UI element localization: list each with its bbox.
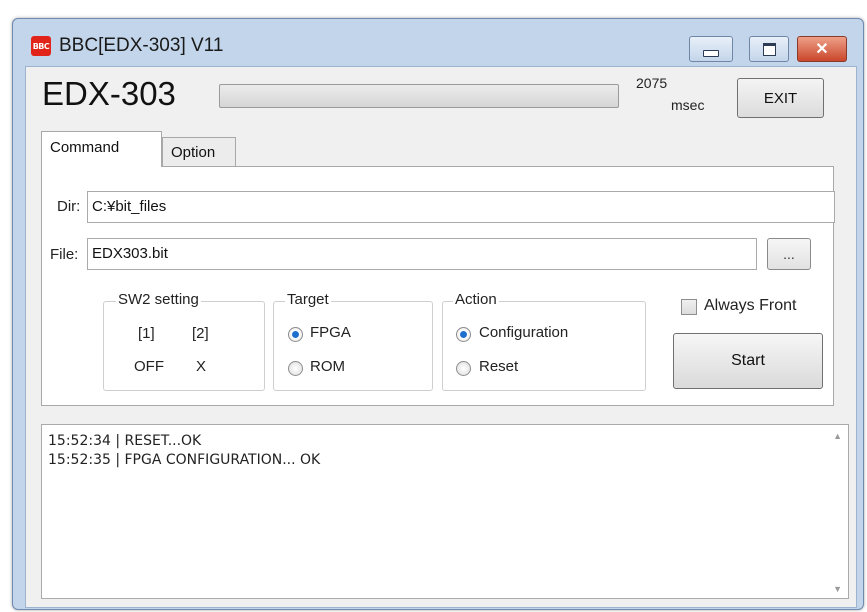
sw2-header-1: [1] bbox=[138, 325, 155, 342]
app-window: BBC BBC[EDX-303] V11 ✕ EDX-303 2075 msec… bbox=[12, 18, 864, 610]
dir-label: Dir: bbox=[57, 198, 81, 215]
window-title: BBC[EDX-303] V11 bbox=[59, 35, 224, 56]
action-reset-label: Reset bbox=[479, 358, 519, 375]
target-rom-label: ROM bbox=[310, 358, 345, 375]
close-button[interactable]: ✕ bbox=[797, 36, 847, 62]
file-field[interactable]: EDX303.bit bbox=[87, 238, 757, 270]
browse-button[interactable]: ... bbox=[767, 238, 811, 270]
sw2-header-2: [2] bbox=[192, 325, 209, 342]
dir-field[interactable]: C:¥bit_files bbox=[87, 191, 835, 223]
progress-bar bbox=[219, 84, 619, 108]
action-configuration-radio[interactable] bbox=[456, 327, 471, 342]
target-fpga-radio[interactable] bbox=[288, 327, 303, 342]
maximize-button[interactable] bbox=[749, 36, 789, 62]
app-icon: BBC bbox=[31, 36, 51, 56]
log-line: 15:52:34 | RESET...OK bbox=[48, 433, 202, 449]
scroll-down-icon[interactable]: ▼ bbox=[833, 584, 842, 594]
log-textarea[interactable]: 15:52:34 | RESET...OK 15:52:35 | FPGA CO… bbox=[41, 424, 849, 599]
sw2-value-2: X bbox=[196, 358, 207, 375]
always-front-label: Always Front bbox=[704, 297, 797, 314]
exit-button[interactable]: EXIT bbox=[737, 78, 824, 118]
maximize-icon bbox=[762, 42, 776, 56]
file-label: File: bbox=[50, 246, 79, 263]
always-front-checkbox[interactable] bbox=[681, 299, 697, 315]
minimize-button[interactable] bbox=[689, 36, 733, 62]
sw2-value-1: OFF bbox=[134, 358, 164, 375]
device-title: EDX-303 bbox=[42, 75, 176, 112]
target-fpga-label: FPGA bbox=[310, 324, 351, 341]
action-group bbox=[442, 301, 646, 391]
action-title: Action bbox=[453, 291, 499, 308]
scroll-up-icon[interactable]: ▲ bbox=[833, 431, 842, 441]
title-bar[interactable]: BBC BBC[EDX-303] V11 ✕ bbox=[13, 19, 863, 67]
start-button[interactable]: Start bbox=[673, 333, 823, 389]
tab-command[interactable]: Command bbox=[41, 131, 162, 167]
target-title: Target bbox=[285, 291, 331, 308]
elapsed-time-value: 2075 bbox=[636, 75, 668, 91]
target-rom-radio[interactable] bbox=[288, 361, 303, 376]
close-icon: ✕ bbox=[815, 41, 829, 58]
action-reset-radio[interactable] bbox=[456, 361, 471, 376]
log-line: 15:52:35 | FPGA CONFIGURATION... OK bbox=[48, 452, 321, 468]
minimize-icon bbox=[703, 49, 719, 57]
client-area: EDX-303 2075 msec EXIT Command Option Di… bbox=[25, 66, 857, 608]
target-group bbox=[273, 301, 433, 391]
sw2-setting-group bbox=[103, 301, 265, 391]
sw2-setting-title: SW2 setting bbox=[116, 291, 201, 308]
tab-option[interactable]: Option bbox=[162, 137, 236, 167]
elapsed-time-unit: msec bbox=[671, 97, 705, 113]
action-configuration-label: Configuration bbox=[479, 324, 569, 341]
